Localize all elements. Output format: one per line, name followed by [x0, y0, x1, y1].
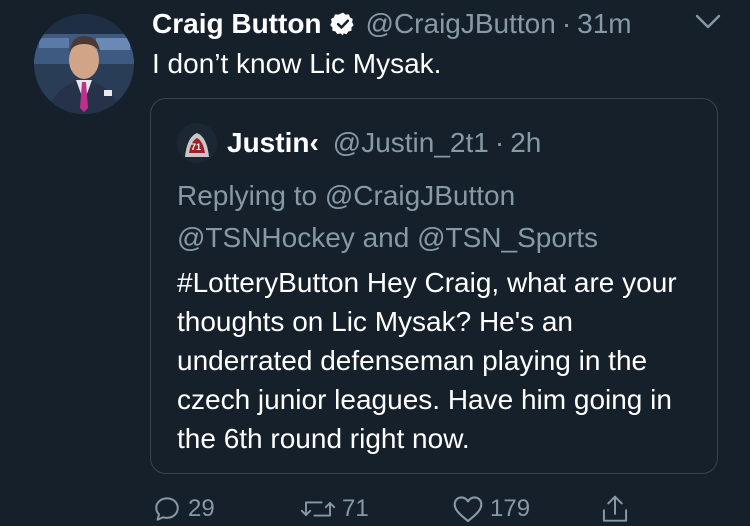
quoted-tweet-text: #LotteryButton Hey Craig, what are your …	[177, 267, 677, 454]
reply-icon	[155, 497, 179, 521]
reply-mention-link[interactable]: @CraigJButton	[325, 180, 515, 211]
tweet-timestamp[interactable]: 31m	[577, 8, 631, 40]
share-icon	[602, 495, 628, 522]
author-handle[interactable]: @CraigJButton	[366, 8, 556, 40]
author-name[interactable]: Craig Button	[152, 8, 322, 40]
tweet-actions: 29 71 179	[0, 492, 750, 526]
replying-to-label: Replying to	[177, 180, 325, 211]
quoted-tweet-header: Justin‹ @Justin_2t1 · 2h	[227, 125, 541, 161]
reply-mention-link[interactable]: @TSN_Sports	[417, 222, 598, 253]
quoted-tweet-timestamp[interactable]: 2h	[510, 127, 541, 159]
like-count: 179	[490, 495, 531, 522]
retweet-button[interactable]: 71	[300, 492, 369, 526]
replying-to: Replying to @CraigJButton @TSNHockey and …	[177, 175, 697, 259]
author-avatar[interactable]	[34, 14, 134, 114]
retweet-icon	[300, 501, 336, 517]
verified-badge-icon	[329, 11, 356, 37]
tweet-header: Craig Button @CraigJButton · 31m	[152, 6, 632, 42]
like-button[interactable]: 179	[452, 492, 530, 526]
reply-count: 29	[188, 495, 215, 522]
svg-text:71: 71	[191, 142, 201, 152]
replying-to-conjunction: and	[354, 222, 418, 253]
quoted-author-name[interactable]: Justin‹	[227, 127, 319, 159]
quoted-author-avatar[interactable]: 71	[177, 123, 217, 163]
tweet: Craig Button @CraigJButton · 31m I don’t…	[0, 0, 750, 526]
share-button[interactable]	[600, 492, 630, 526]
chevron-down-icon[interactable]	[694, 12, 722, 32]
tweet-text: I don’t know Lic Mysak.	[152, 48, 442, 79]
reply-mention-link[interactable]: @TSNHockey	[177, 222, 355, 253]
heart-icon	[453, 496, 483, 523]
retweet-count: 71	[342, 495, 369, 522]
reply-button[interactable]: 29	[152, 492, 215, 526]
separator-dot: ·	[494, 127, 505, 158]
quoted-tweet[interactable]: 71 Justin‹ @Justin_2t1 · 2h Replying to …	[150, 98, 718, 474]
separator-dot: ·	[561, 8, 572, 39]
quoted-author-handle[interactable]: @Justin_2t1	[333, 127, 489, 159]
